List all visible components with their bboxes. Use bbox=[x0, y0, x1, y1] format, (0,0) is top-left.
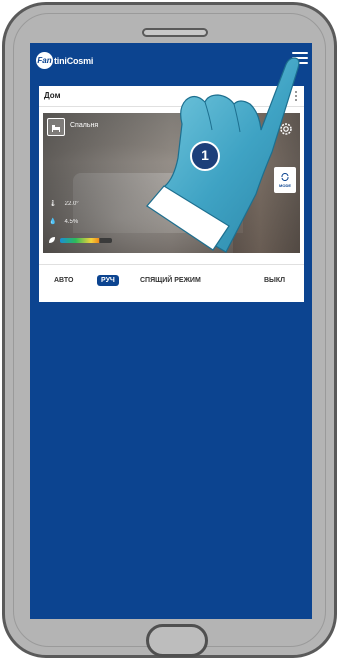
pointing-hand-illustration bbox=[146, 57, 300, 253]
step-number: 1 bbox=[201, 147, 209, 163]
